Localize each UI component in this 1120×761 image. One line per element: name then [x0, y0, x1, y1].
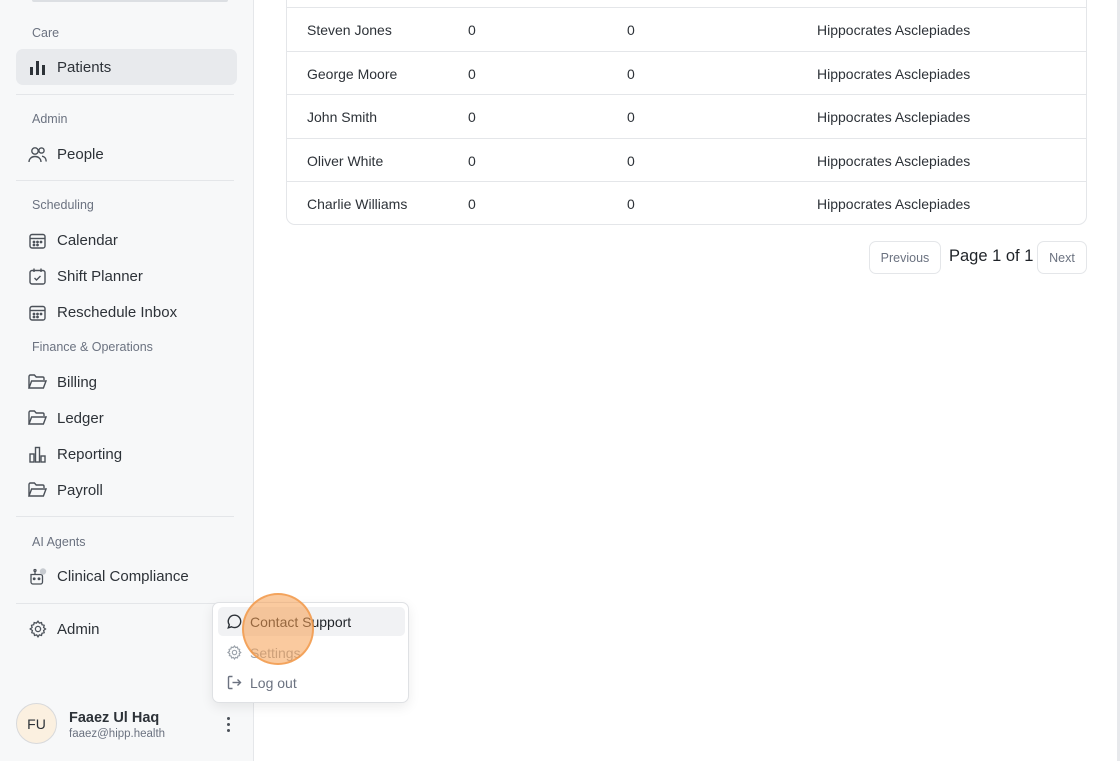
sidebar-item-patients[interactable]: Patients: [16, 49, 237, 85]
sidebar-item-label: People: [57, 145, 104, 163]
sidebar-item-label: Ledger: [57, 409, 104, 427]
table-row[interactable]: Steven Jones 0 0 Hippocrates Asclepiades: [287, 7, 1086, 51]
section-label-ai-agents: AI Agents: [32, 535, 86, 549]
table-row[interactable]: George Moore 0 0 Hippocrates Asclepiades: [287, 51, 1086, 95]
kebab-dot: [226, 716, 230, 720]
section-label-scheduling: Scheduling: [32, 198, 94, 212]
cell-doctor: Hippocrates Asclepiades: [817, 21, 971, 38]
cell-patient-name: Steven Jones: [307, 21, 392, 38]
cell-patient-name: Oliver White: [307, 152, 384, 169]
chat-bubble-icon: [226, 614, 242, 630]
menu-item-log-out[interactable]: Log out: [218, 668, 405, 697]
cell-value: 0: [468, 65, 476, 82]
sidebar-item-label: Patients: [57, 58, 112, 76]
calendar-icon: [28, 303, 47, 322]
patients-table: Steven Jones 0 0 Hippocrates Asclepiades…: [286, 0, 1087, 225]
sidebar-item-ledger[interactable]: Ledger: [16, 400, 237, 436]
calendar-check-icon: [28, 267, 47, 286]
sidebar-item-billing[interactable]: Billing: [16, 364, 237, 400]
sidebar-item-reschedule-inbox[interactable]: Reschedule Inbox: [16, 294, 237, 330]
cell-doctor: Hippocrates Asclepiades: [817, 195, 971, 212]
section-label-care: Care: [32, 26, 60, 40]
gear-icon: [28, 620, 47, 639]
page-indicator: Page 1 of 1: [949, 247, 1034, 265]
sidebar-item-label: Calendar: [57, 231, 118, 249]
sidebar-item-people[interactable]: People: [16, 136, 237, 172]
cell-value: 0: [627, 108, 635, 125]
sidebar-item-label: Billing: [57, 373, 98, 391]
menu-item-label: Settings: [250, 644, 301, 661]
cell-value: 0: [468, 152, 476, 169]
cell-patient-name: George Moore: [307, 65, 398, 82]
divider: [16, 516, 234, 517]
bar-chart-icon: [28, 58, 47, 77]
cell-value: 0: [627, 65, 635, 82]
cell-value: 0: [468, 195, 476, 212]
menu-item-settings[interactable]: Settings: [218, 638, 405, 667]
next-page-button[interactable]: Next: [1037, 241, 1087, 274]
section-label-finance: Finance & Operations: [32, 340, 153, 354]
gear-icon: [226, 645, 242, 661]
sidebar-item-shift-planner[interactable]: Shift Planner: [16, 258, 237, 294]
sidebar-item-label: Clinical Compliance: [57, 567, 189, 585]
cell-doctor: Hippocrates Asclepiades: [817, 65, 971, 82]
sidebar-item-reporting[interactable]: Reporting: [16, 436, 237, 472]
sidebar-item-label: Admin: [57, 620, 100, 638]
sidebar-item-admin[interactable]: Admin: [16, 611, 237, 647]
users-icon: [28, 145, 47, 164]
robot-icon: [28, 567, 47, 586]
menu-item-label: Log out: [250, 674, 297, 691]
user-profile: FU Faaez Ul Haq faaez@hipp.health: [16, 703, 246, 745]
menu-item-contact-support[interactable]: Contact Support: [218, 607, 405, 636]
log-out-icon: [226, 675, 242, 691]
kebab-dot: [226, 722, 230, 726]
sidebar-item-label: Reporting: [57, 445, 123, 463]
user-menu: Contact Support Settings Log out: [212, 602, 409, 703]
folder-open-icon: [28, 373, 47, 392]
divider: [16, 94, 234, 95]
table-row-partial: [287, 0, 1086, 7]
previous-page-button[interactable]: Previous: [869, 241, 941, 274]
folder-open-icon: [28, 409, 47, 428]
sidebar-item-label: Shift Planner: [57, 267, 143, 285]
sidebar-item-label: Payroll: [57, 481, 103, 499]
sidebar-item-calendar[interactable]: Calendar: [16, 222, 237, 258]
sidebar-item-payroll[interactable]: Payroll: [16, 472, 237, 508]
cell-value: 0: [468, 21, 476, 38]
menu-item-label: Contact Support: [250, 613, 352, 630]
avatar[interactable]: FU: [16, 703, 57, 744]
cell-value: 0: [627, 152, 635, 169]
bar-chart-outline-icon: [28, 445, 47, 464]
sidebar-item-label: Reschedule Inbox: [57, 303, 178, 321]
section-label-admin: Admin: [32, 112, 68, 126]
divider: [16, 180, 234, 181]
table-row[interactable]: Oliver White 0 0 Hippocrates Asclepiades: [287, 138, 1086, 182]
kebab-dot: [226, 728, 230, 732]
table-row[interactable]: John Smith 0 0 Hippocrates Asclepiades: [287, 94, 1086, 138]
cell-doctor: Hippocrates Asclepiades: [817, 152, 971, 169]
cell-doctor: Hippocrates Asclepiades: [817, 108, 971, 125]
sidebar-item-clinical-compliance[interactable]: Clinical Compliance: [16, 558, 237, 594]
cell-patient-name: John Smith: [307, 108, 378, 125]
calendar-icon: [28, 231, 47, 250]
table-row[interactable]: Charlie Williams 0 0 Hippocrates Asclepi…: [287, 181, 1086, 225]
cell-value: 0: [627, 195, 635, 212]
cell-value: 0: [627, 21, 635, 38]
user-name: Faaez Ul Haq: [69, 710, 160, 726]
sidebar-top-edge: [32, 0, 228, 2]
user-email: faaez@hipp.health: [69, 728, 166, 740]
divider: [16, 603, 234, 604]
folder-open-icon: [28, 481, 47, 500]
more-options-button[interactable]: [219, 713, 237, 735]
cell-patient-name: Charlie Williams: [307, 195, 408, 212]
cell-value: 0: [468, 108, 476, 125]
